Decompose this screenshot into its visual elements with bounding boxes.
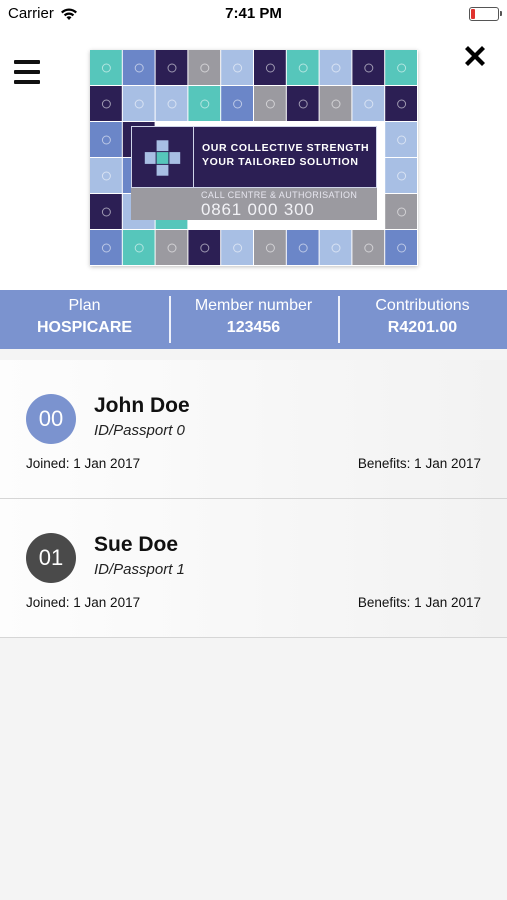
card-tile xyxy=(122,86,155,121)
card-tile xyxy=(385,50,417,85)
card-tile xyxy=(352,50,385,85)
card-tile xyxy=(319,50,352,85)
list-item-member[interactable]: 00 John Doe ID/Passport 0 Joined: 1 Jan … xyxy=(0,360,507,499)
card-tile xyxy=(254,50,286,85)
summary-plan: Plan HOSPICARE xyxy=(0,290,169,349)
member-name: John Doe xyxy=(94,394,190,417)
card-tile xyxy=(155,50,188,85)
cross-logo-icon xyxy=(144,127,194,189)
card-tile xyxy=(254,230,286,265)
card-tagline: OUR COLLECTIVE STRENGTH YOUR TAILORED SO… xyxy=(202,141,369,169)
battery-level xyxy=(471,9,475,19)
card-tile xyxy=(188,50,221,85)
card-tile xyxy=(385,158,417,193)
list-item-member[interactable]: 01 Sue Doe ID/Passport 1 Joined: 1 Jan 2… xyxy=(0,499,507,638)
avatar: 01 xyxy=(26,533,76,583)
card-tile xyxy=(188,230,221,265)
card-tile xyxy=(90,194,122,229)
membership-card[interactable]: OUR COLLECTIVE STRENGTH YOUR TAILORED SO… xyxy=(90,50,418,266)
card-tile xyxy=(90,86,122,121)
member-benefits: Benefits: 1 Jan 2017 xyxy=(357,456,481,471)
menu-button[interactable] xyxy=(14,60,42,86)
card-tile xyxy=(385,122,417,157)
card-tile xyxy=(385,230,417,265)
header: OUR COLLECTIVE STRENGTH YOUR TAILORED SO… xyxy=(0,28,507,290)
plan-summary-bar: Plan HOSPICARE Member number 123456 Cont… xyxy=(0,290,507,349)
card-tile xyxy=(90,158,122,193)
battery-icon xyxy=(469,7,502,21)
card-banner: OUR COLLECTIVE STRENGTH YOUR TAILORED SO… xyxy=(131,126,377,189)
card-tile xyxy=(352,86,385,121)
member-name: Sue Doe xyxy=(94,533,179,556)
plan-value: HOSPICARE xyxy=(36,319,133,336)
card-tile xyxy=(90,122,122,157)
summary-contributions: Contributions R4201.00 xyxy=(338,290,507,349)
card-tile xyxy=(385,86,417,121)
card-tile xyxy=(352,230,385,265)
card-tile xyxy=(90,230,122,265)
card-tile xyxy=(221,86,253,121)
member-id: ID/Passport 0 xyxy=(94,422,185,439)
card-tile xyxy=(254,86,286,121)
card-tile xyxy=(221,230,253,265)
hamburger-icon-bar xyxy=(14,70,40,74)
card-tile xyxy=(188,86,221,121)
contributions-label: Contributions xyxy=(375,297,470,314)
member-joined: Joined: 1 Jan 2017 xyxy=(26,595,141,610)
card-tile xyxy=(122,230,155,265)
member-list: 00 John Doe ID/Passport 0 Joined: 1 Jan … xyxy=(0,360,507,638)
card-tile xyxy=(286,50,319,85)
call-centre-label: CALL CENTRE & AUTHORISATION xyxy=(201,190,358,200)
hamburger-icon xyxy=(14,60,40,64)
member-joined: Joined: 1 Jan 2017 xyxy=(26,456,141,471)
tagline-line-2: YOUR TAILORED SOLUTION xyxy=(202,156,359,168)
card-tile xyxy=(286,230,319,265)
close-icon[interactable] xyxy=(461,42,489,70)
call-centre-number: 0861 000 300 xyxy=(201,200,315,219)
member-number-label: Member number xyxy=(194,297,313,314)
contributions-value: R4201.00 xyxy=(387,319,458,336)
status-time: 7:41 PM xyxy=(225,5,282,22)
card-tile xyxy=(319,86,352,121)
card-tile xyxy=(221,50,253,85)
status-bar: Carrier 7:41 PM xyxy=(0,0,507,28)
plan-label: Plan xyxy=(68,297,101,314)
card-tile xyxy=(90,50,122,85)
card-tile xyxy=(319,230,352,265)
avatar: 00 xyxy=(26,394,76,444)
summary-member-number: Member number 123456 xyxy=(169,290,338,349)
hamburger-icon-bar xyxy=(14,80,40,84)
card-tile xyxy=(286,86,319,121)
tagline-line-1: OUR COLLECTIVE STRENGTH xyxy=(202,142,370,154)
member-id: ID/Passport 1 xyxy=(94,561,185,578)
card-tile xyxy=(155,230,188,265)
card-tile xyxy=(122,50,155,85)
card-tile xyxy=(385,194,417,229)
member-number-value: 123456 xyxy=(226,319,281,336)
member-benefits: Benefits: 1 Jan 2017 xyxy=(357,595,481,610)
card-tile xyxy=(155,86,188,121)
card-call-centre: CALL CENTRE & AUTHORISATION 0861 000 300 xyxy=(131,188,377,220)
